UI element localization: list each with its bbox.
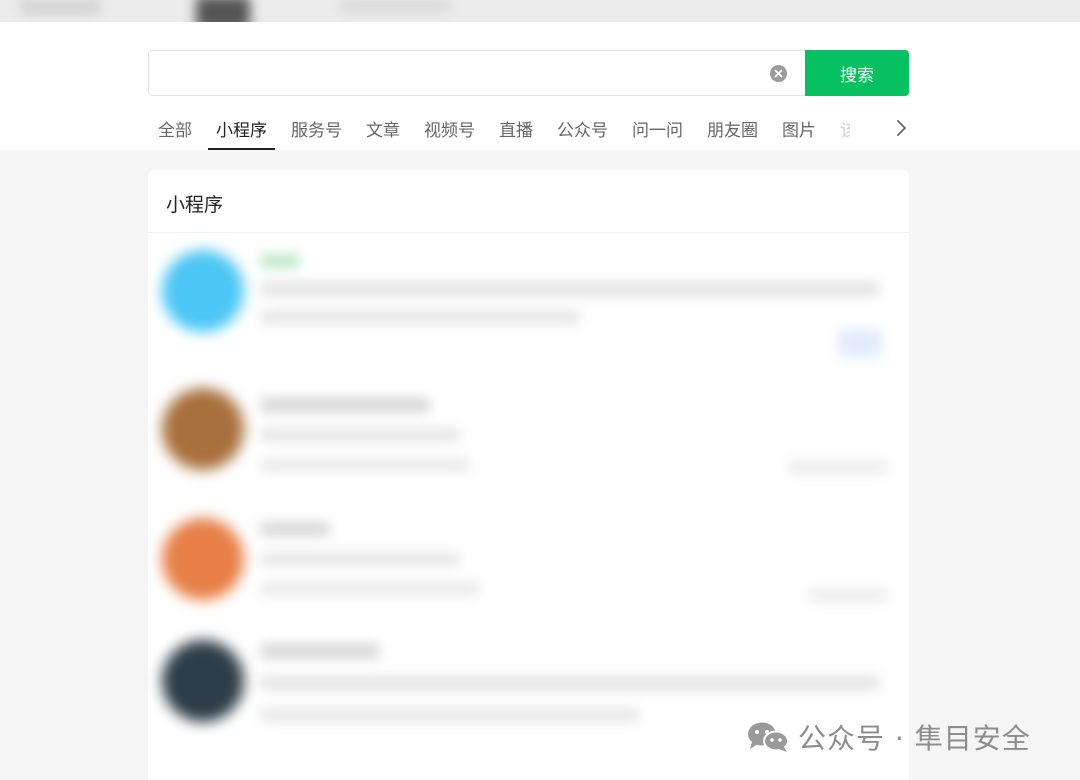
blurred-description (260, 582, 480, 596)
blurred-title (260, 398, 430, 412)
result-item[interactable] (148, 500, 909, 620)
watermark: 公众号 · 隼目安全 (746, 716, 1031, 758)
search-input[interactable] (163, 51, 763, 95)
blurred-description (260, 458, 470, 472)
blurred-title (260, 522, 330, 536)
tab-ask[interactable]: 问一问 (622, 110, 693, 150)
blurred-badge (838, 328, 882, 358)
tab-service-account[interactable]: 服务号 (281, 110, 352, 150)
blurred-description (260, 428, 460, 442)
section-title: 小程序 (166, 194, 224, 216)
chevron-right-icon[interactable] (894, 116, 910, 140)
avatar (162, 250, 244, 332)
browser-top-strip (0, 0, 1080, 30)
blurred-meta (808, 588, 888, 602)
mini-program-results-card: 小程序 (148, 170, 909, 780)
tab-moments[interactable]: 朋友圈 (697, 110, 768, 150)
tab-official-accounts[interactable]: 公众号 (547, 110, 618, 150)
blurred-description (260, 552, 460, 566)
blurred-description (260, 708, 640, 722)
blurred-tab-item (20, 0, 100, 14)
category-tabs: 全部 小程序 服务号 文章 视频号 直播 公众号 问一问 朋友圈 图片 该 (148, 110, 888, 150)
blurred-meta (788, 460, 888, 474)
blurred-description (260, 676, 880, 690)
avatar (162, 388, 244, 470)
result-item[interactable] (148, 240, 909, 360)
avatar (162, 640, 244, 722)
watermark-text: 公众号 · 隼目安全 (798, 722, 1031, 755)
result-item[interactable] (148, 370, 909, 490)
tab-articles[interactable]: 文章 (356, 110, 410, 150)
search-button[interactable]: 搜索 (805, 50, 909, 96)
wechat-icon (746, 720, 790, 754)
blurred-title (260, 254, 300, 268)
tab-live[interactable]: 直播 (489, 110, 543, 150)
tab-overflow[interactable]: 该 (830, 110, 850, 150)
tab-mini-program[interactable]: 小程序 (206, 110, 277, 150)
blurred-tab-item (340, 0, 450, 12)
clear-icon[interactable] (770, 65, 787, 82)
blurred-description (260, 310, 580, 324)
tab-channels[interactable]: 视频号 (414, 110, 485, 150)
search-header: 搜索 全部 小程序 服务号 文章 视频号 直播 公众号 问一问 朋友圈 图片 该 (0, 22, 1080, 150)
search-box (148, 50, 806, 96)
avatar (162, 518, 244, 600)
blurred-description (260, 282, 880, 296)
section-divider (148, 232, 909, 233)
blurred-title (260, 644, 380, 658)
tab-images[interactable]: 图片 (772, 110, 826, 150)
tab-all[interactable]: 全部 (148, 110, 202, 150)
